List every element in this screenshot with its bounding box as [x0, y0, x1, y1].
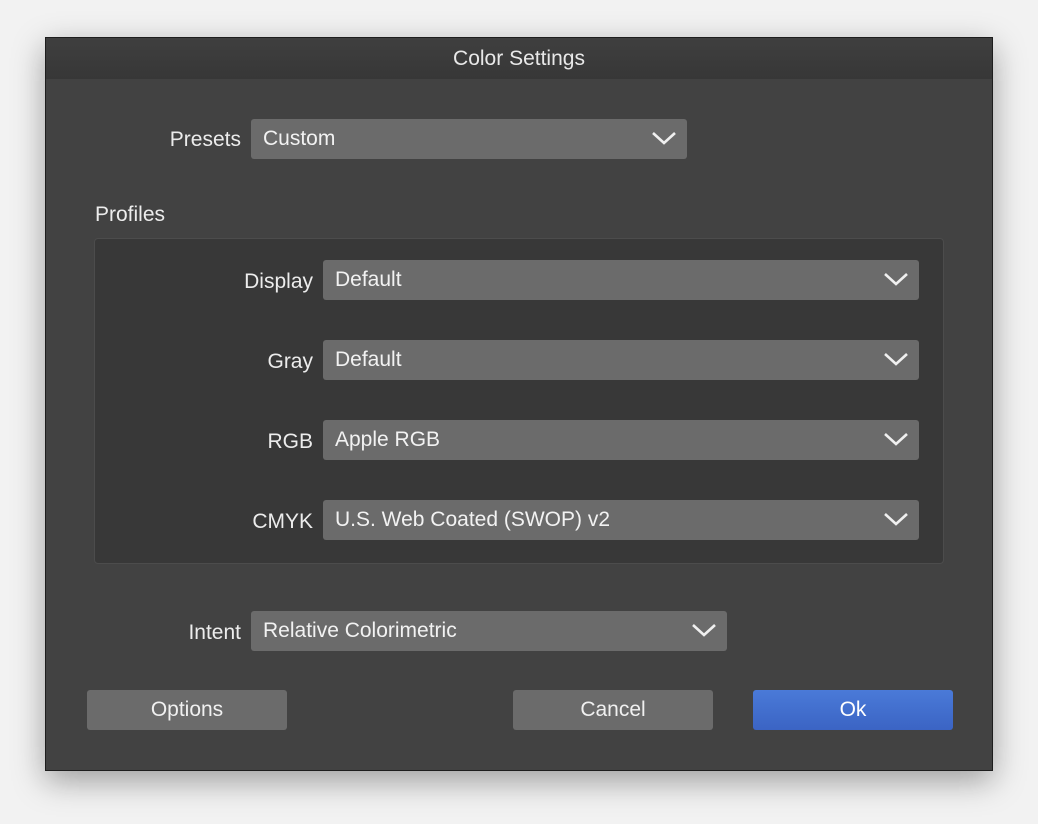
- cmyk-label: CMYK: [175, 510, 313, 534]
- rgb-profile-value: Apple RGB: [335, 428, 440, 451]
- chevron-down-icon: [883, 509, 909, 529]
- chevron-down-icon: [883, 349, 909, 369]
- rgb-label: RGB: [175, 430, 313, 454]
- chevron-down-icon: [883, 429, 909, 449]
- cancel-button[interactable]: Cancel: [513, 690, 713, 730]
- ok-button[interactable]: Ok: [753, 690, 953, 730]
- presets-value: Custom: [263, 127, 335, 150]
- profiles-heading: Profiles: [95, 203, 165, 227]
- display-label: Display: [175, 270, 313, 294]
- color-settings-dialog: Color Settings Presets Custom Profiles D…: [45, 37, 993, 771]
- presets-dropdown[interactable]: Custom: [251, 119, 687, 159]
- chevron-down-icon: [691, 620, 717, 640]
- chevron-down-icon: [883, 269, 909, 289]
- chevron-down-icon: [651, 128, 677, 148]
- intent-label: Intent: [126, 621, 241, 645]
- cmyk-profile-dropdown[interactable]: U.S. Web Coated (SWOP) v2: [323, 500, 919, 540]
- display-profile-value: Default: [335, 268, 402, 291]
- gray-label: Gray: [175, 350, 313, 374]
- options-button[interactable]: Options: [87, 690, 287, 730]
- display-profile-dropdown[interactable]: Default: [323, 260, 919, 300]
- presets-label: Presets: [126, 128, 241, 152]
- gray-profile-dropdown[interactable]: Default: [323, 340, 919, 380]
- cmyk-profile-value: U.S. Web Coated (SWOP) v2: [335, 508, 610, 531]
- dialog-title: Color Settings: [46, 38, 992, 79]
- rgb-profile-dropdown[interactable]: Apple RGB: [323, 420, 919, 460]
- gray-profile-value: Default: [335, 348, 402, 371]
- profiles-group: Display Default Gray Default RGB Apple R…: [94, 238, 944, 564]
- intent-value: Relative Colorimetric: [263, 619, 457, 642]
- intent-dropdown[interactable]: Relative Colorimetric: [251, 611, 727, 651]
